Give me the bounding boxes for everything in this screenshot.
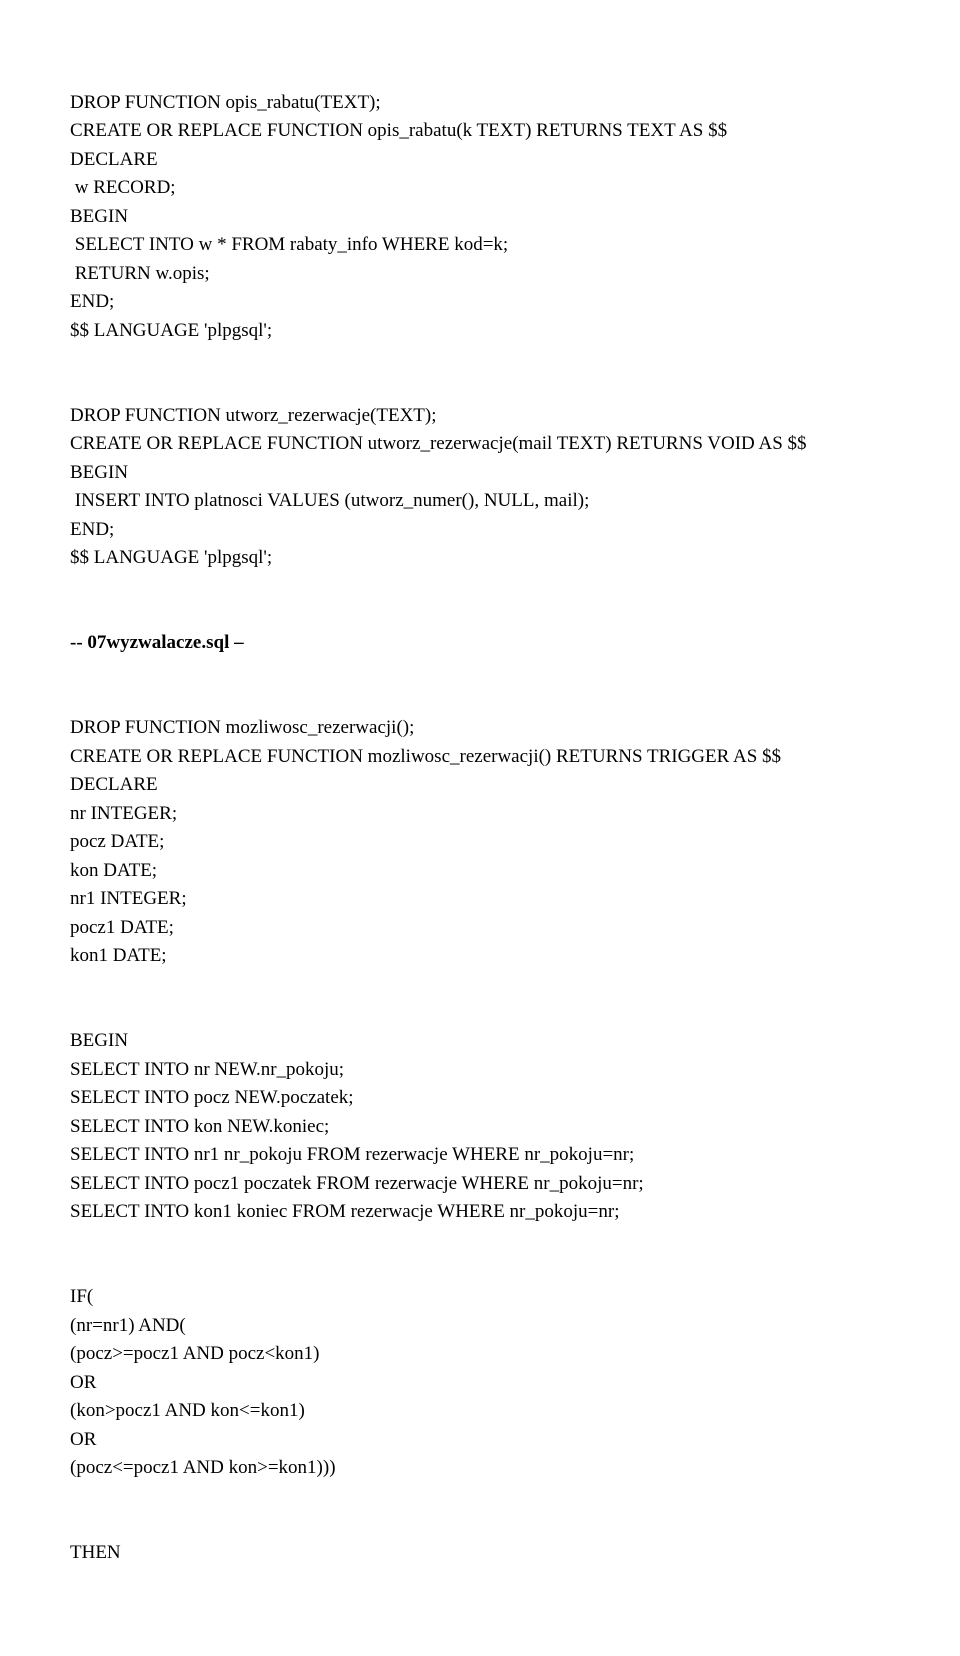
code-line: kon DATE; [70,860,157,881]
code-line: CREATE OR REPLACE FUNCTION mozliwosc_rez… [70,746,781,767]
code-line: SELECT INTO kon1 koniec FROM rezerwacje … [70,1201,619,1222]
code-block-4: BEGIN SELECT INTO nr NEW.nr_pokoju; SELE… [70,999,890,1227]
code-line: DECLARE [70,149,158,170]
code-line: DROP FUNCTION mozliwosc_rezerwacji(); [70,717,414,738]
code-block-2: DROP FUNCTION utworz_rezerwacje(TEXT); C… [70,373,890,573]
code-block-5: IF( (nr=nr1) AND( (pocz>=pocz1 AND pocz<… [70,1255,890,1483]
code-line: pocz1 DATE; [70,917,174,938]
code-line: SELECT INTO nr NEW.nr_pokoju; [70,1059,344,1080]
code-line: SELECT INTO nr1 nr_pokoju FROM rezerwacj… [70,1144,634,1165]
code-line: (kon>pocz1 AND kon<=kon1) [70,1400,305,1421]
code-line: BEGIN [70,462,128,483]
code-line: SELECT INTO pocz NEW.poczatek; [70,1087,354,1108]
code-line: SELECT INTO w * FROM rabaty_info WHERE k… [70,234,508,255]
code-line: (nr=nr1) AND( [70,1315,186,1336]
code-line: $$ LANGUAGE 'plpgsql'; [70,320,272,341]
code-line: RETURN w.opis; [70,263,210,284]
code-line: pocz DATE; [70,831,164,852]
code-block-3: DROP FUNCTION mozliwosc_rezerwacji(); CR… [70,686,890,971]
code-line: $$ LANGUAGE 'plpgsql'; [70,547,272,568]
code-line: SELECT INTO kon NEW.koniec; [70,1116,329,1137]
code-line: (pocz<=pocz1 AND kon>=kon1))) [70,1457,336,1478]
code-line: INSERT INTO platnosci VALUES (utworz_num… [70,490,589,511]
code-line: END; [70,519,114,540]
code-line: SELECT INTO pocz1 poczatek FROM rezerwac… [70,1173,644,1194]
code-line: BEGIN [70,206,128,227]
code-block-6: THEN [70,1511,890,1568]
code-line: DECLARE [70,774,158,795]
code-line: kon1 DATE; [70,945,167,966]
code-line: END; [70,291,114,312]
section-heading: -- 07wyzwalacze.sql – [70,601,890,658]
code-line: OR [70,1429,96,1450]
code-line: DROP FUNCTION opis_rabatu(TEXT); [70,92,381,113]
code-line: nr INTEGER; [70,803,177,824]
heading-text: -- 07wyzwalacze.sql – [70,632,244,653]
code-line: OR [70,1372,96,1393]
code-line: BEGIN [70,1030,128,1051]
code-line: THEN [70,1542,121,1563]
code-line: CREATE OR REPLACE FUNCTION opis_rabatu(k… [70,120,727,141]
code-line: IF( [70,1286,93,1307]
code-line: nr1 INTEGER; [70,888,187,909]
code-line: w RECORD; [70,177,176,198]
code-line: DROP FUNCTION utworz_rezerwacje(TEXT); [70,405,437,426]
code-block-1: DROP FUNCTION opis_rabatu(TEXT); CREATE … [70,60,890,345]
code-line: (pocz>=pocz1 AND pocz<kon1) [70,1343,320,1364]
code-line: CREATE OR REPLACE FUNCTION utworz_rezerw… [70,433,807,454]
